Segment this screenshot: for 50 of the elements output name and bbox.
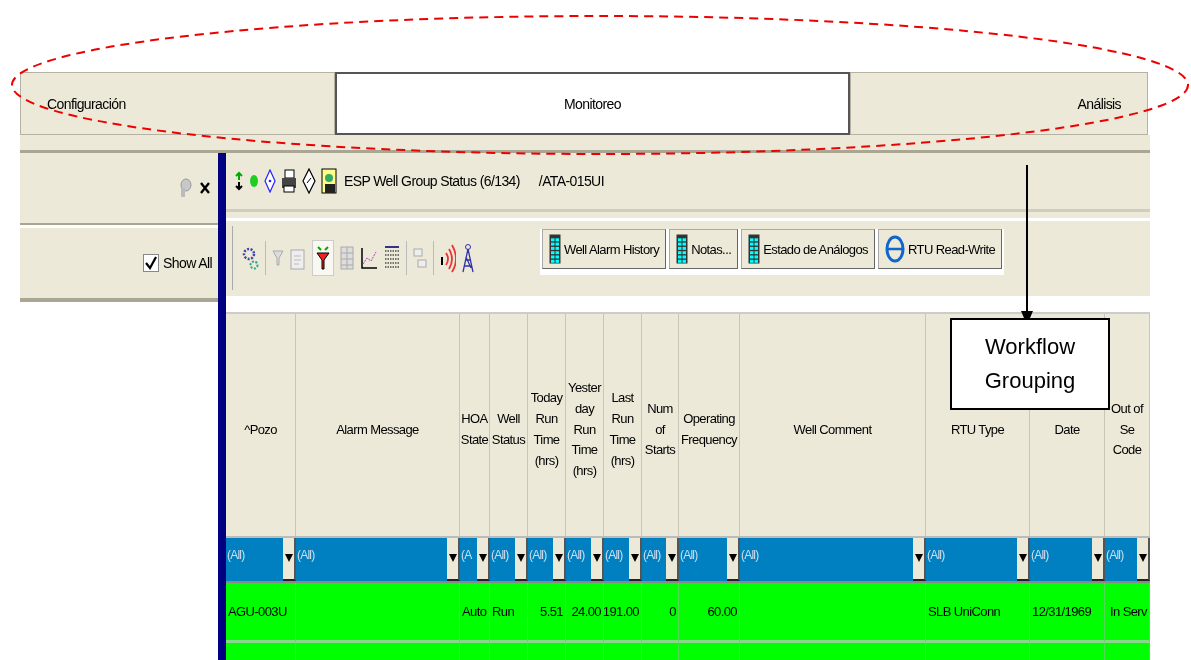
table-cell: SLB UniConn bbox=[926, 583, 1030, 643]
column-header[interactable]: Yester day Run Time (hrs) bbox=[567, 378, 602, 482]
report-button[interactable]: RTU Read-Write bbox=[878, 229, 1003, 270]
table-cell: 12/31/1969 bbox=[1030, 583, 1105, 643]
column-header[interactable]: Well Comment bbox=[793, 419, 872, 441]
table-cell: Auto bbox=[460, 583, 490, 643]
refresh-icon[interactable] bbox=[234, 171, 244, 191]
table-cell: 0 bbox=[642, 583, 679, 643]
table-cell: Run bbox=[490, 583, 528, 643]
grid-icon bbox=[549, 234, 561, 265]
report-button[interactable]: Well Alarm History bbox=[542, 229, 667, 270]
table-cell: 191.00 bbox=[604, 583, 642, 643]
column-header[interactable]: Well Status bbox=[491, 409, 526, 451]
diamond-icon[interactable] bbox=[264, 169, 276, 193]
globe-icon bbox=[885, 234, 905, 265]
column-header[interactable]: Last Run Time (hrs) bbox=[605, 388, 640, 472]
filter-button[interactable] bbox=[312, 239, 334, 276]
column-header[interactable]: Date bbox=[1054, 419, 1080, 441]
table-cell: 24.00 bbox=[566, 583, 604, 643]
table-cell: 5.51 bbox=[528, 583, 566, 643]
tab[interactable]: Configuración bbox=[20, 72, 335, 135]
grid-icon bbox=[676, 234, 689, 265]
column-header[interactable]: Today Run Time (hrs) bbox=[529, 388, 564, 472]
column-header[interactable]: HOA State bbox=[460, 409, 489, 451]
chart-icon[interactable] bbox=[360, 245, 378, 270]
show-all-label: Show All bbox=[163, 255, 212, 271]
report-button[interactable]: Estado de Análogos bbox=[741, 229, 875, 270]
diamond-icon[interactable] bbox=[302, 168, 316, 194]
status-dot-icon bbox=[249, 174, 259, 188]
column-header[interactable]: Operating Frequency bbox=[680, 409, 738, 451]
column-header[interactable]: Alarm Message bbox=[336, 419, 419, 441]
table-cell: In Serv bbox=[1105, 583, 1150, 643]
tab[interactable]: Análisis bbox=[850, 72, 1148, 135]
view-title: ESP Well Group Status (6/134) bbox=[344, 173, 520, 189]
tower-icon[interactable] bbox=[462, 242, 474, 273]
column-header[interactable]: ^Pozo bbox=[244, 419, 277, 441]
report-button[interactable]: Notas... bbox=[669, 229, 739, 270]
close-icon[interactable] bbox=[200, 182, 210, 194]
printer-icon[interactable] bbox=[281, 169, 297, 193]
annotation-callout: Workflow Grouping bbox=[950, 318, 1110, 410]
checkbox[interactable] bbox=[143, 254, 160, 272]
table-cell: AGU-003U bbox=[226, 583, 296, 643]
column-header[interactable]: Num of Starts bbox=[643, 398, 677, 462]
table-icon[interactable] bbox=[384, 244, 400, 271]
table-cell: 60.00 bbox=[679, 583, 740, 643]
grid-icon bbox=[748, 234, 761, 265]
signal-icon[interactable] bbox=[440, 242, 456, 273]
tab[interactable]: Monitoreo bbox=[335, 72, 850, 135]
view-path: /ATA-015UI bbox=[538, 173, 604, 189]
column-header[interactable]: RTU Type bbox=[950, 419, 1005, 441]
